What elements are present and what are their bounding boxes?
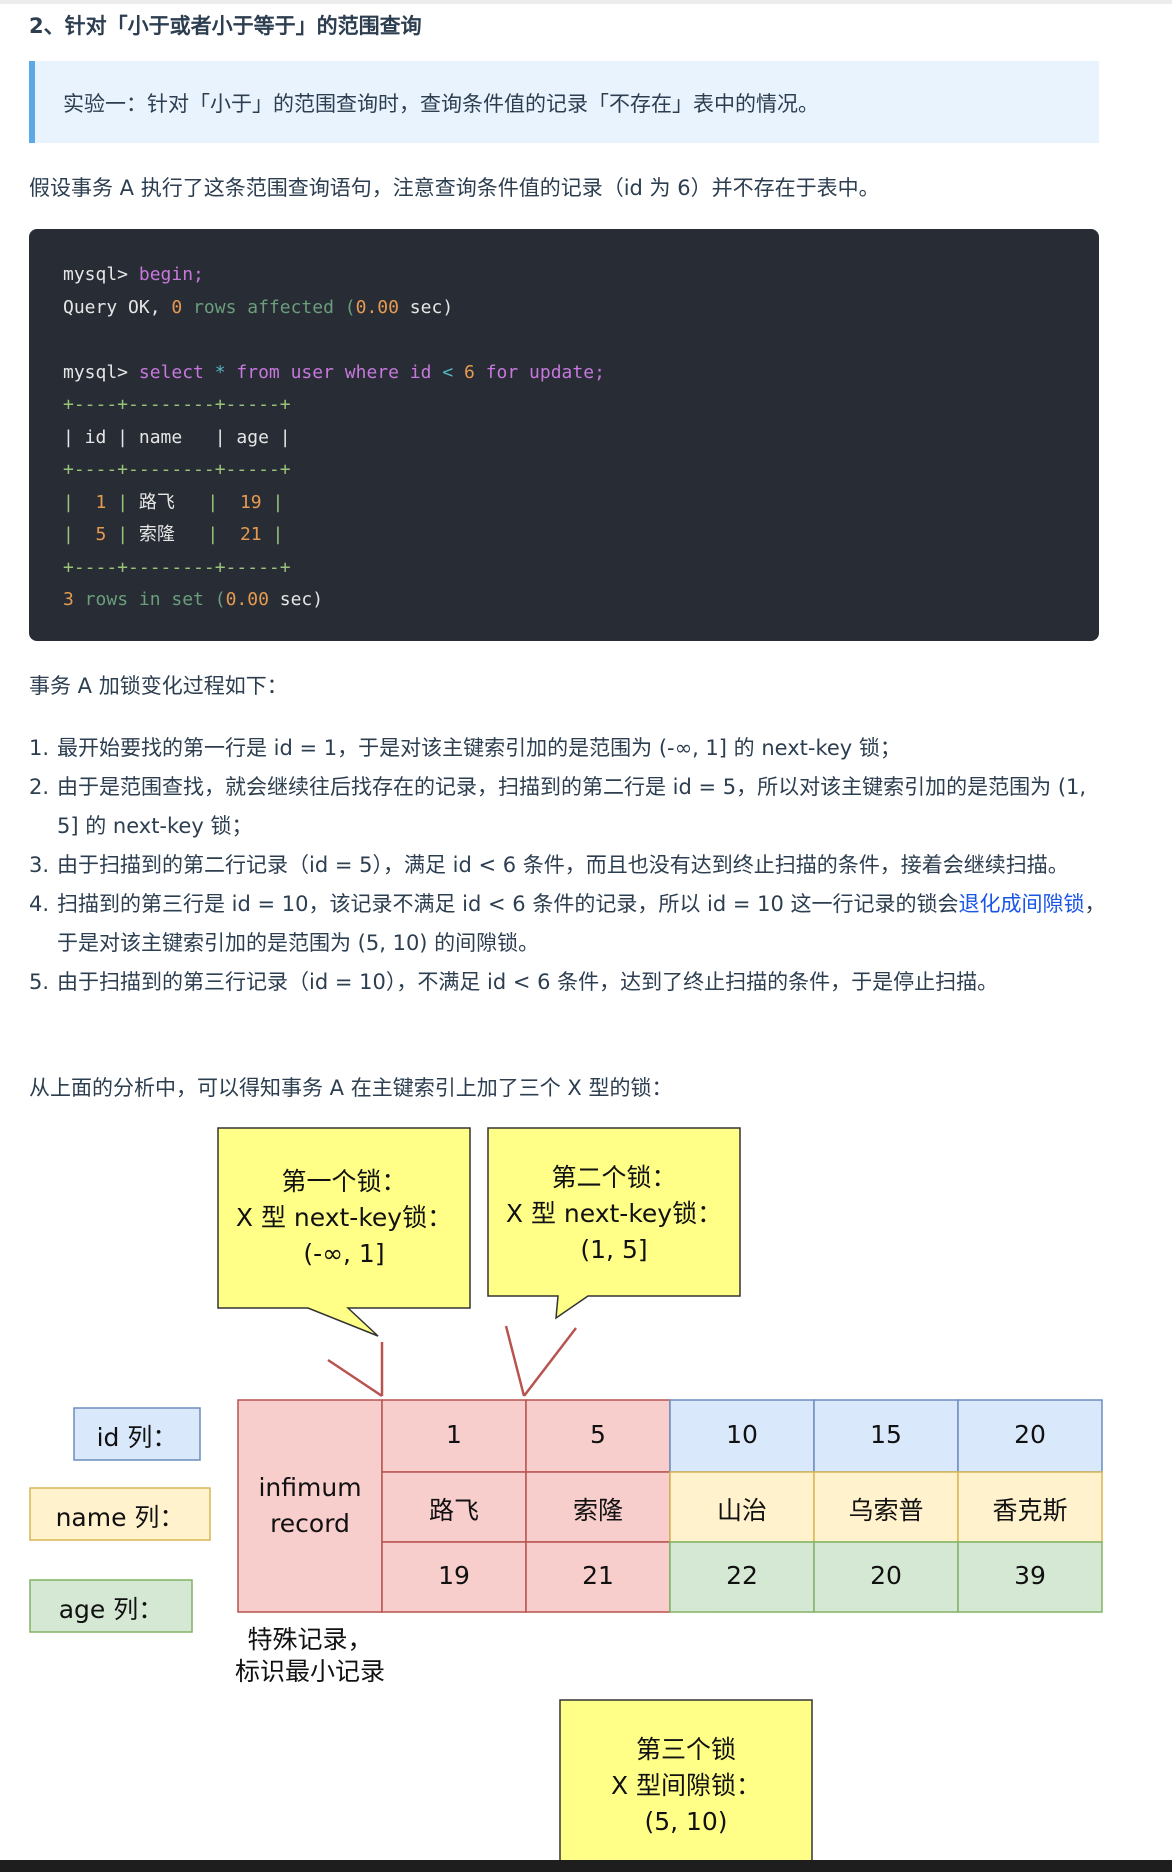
list-item: 2. 由于是范围查找，就会继续往后找存在的记录，扫描到的第二行是 id = 5，所… (29, 775, 1087, 838)
arrow-lock2-b (523, 1327, 577, 1397)
record-age: 19 (438, 1561, 470, 1590)
summary-paragraph: 从上面的分析中，可以得知事务 A 在主键索引上加了三个 X 型的锁： (29, 1076, 673, 1100)
record-id: 10 (726, 1420, 758, 1449)
arrow-lock1-a (327, 1358, 383, 1398)
document-page: 2、针对「小于或者小于等于」的范围查询 实验一：针对「小于」的范围查询时，查询条… (0, 0, 1172, 1872)
code-content: mysql> begin; Query OK, 0 rows affected … (63, 264, 605, 610)
record-id: 15 (870, 1420, 902, 1449)
record-id: 1 (446, 1420, 462, 1449)
record-age: 21 (582, 1561, 614, 1590)
arrow-lock2-a (504, 1325, 526, 1397)
lock3-label: 第三个锁 X 型间隙锁： (5, 10) (610, 1735, 762, 1836)
record-age: 20 (870, 1561, 902, 1590)
record-name: 路飞 (428, 1496, 479, 1525)
process-title: 事务 A 加锁变化过程如下： (29, 674, 288, 698)
lock2-label: 第二个锁： X 型 next-key锁： (1, 5] (505, 1163, 723, 1264)
record-name: 香克斯 (992, 1496, 1068, 1525)
age-column-label: age 列： (58, 1595, 164, 1624)
record-id: 5 (590, 1420, 606, 1449)
record-age: 22 (726, 1561, 758, 1590)
record-age: 39 (1014, 1561, 1046, 1590)
name-column-label: name 列： (55, 1503, 185, 1532)
gap-lock-link[interactable]: 退化成间隙锁 (959, 892, 1085, 916)
list-item: 1. 最开始要找的第一行是 id = 1，于是对该主键索引加的是范围为 (-∞, … (29, 736, 901, 760)
code-block[interactable]: mysql> begin; Query OK, 0 rows affected … (29, 229, 1099, 641)
bottom-bar (0, 1860, 1172, 1872)
record-name: 乌索普 (848, 1496, 924, 1525)
record-id: 20 (1014, 1420, 1046, 1449)
list-item: 5. 由于扫描到的第三行记录（id = 10），不满足 id < 6 条件，达到了… (29, 970, 999, 994)
list-item: 4. 扫描到的第三行是 id = 10，该记录不满足 id < 6 条件的记录，所… (29, 892, 1106, 955)
infimum-note: 特殊记录， 标识最小记录 (234, 1625, 385, 1686)
id-column-label: id 列： (96, 1423, 178, 1452)
record-name: 山治 (716, 1496, 767, 1525)
list-item: 3. 由于扫描到的第二行记录（id = 5），满足 id < 6 条件，而且也没有… (29, 853, 1069, 877)
steps-list: 1. 最开始要找的第一行是 id = 1，于是对该主键索引加的是范围为 (-∞, … (29, 729, 1109, 1002)
top-divider (0, 0, 1172, 4)
note-callout: 实验一：针对「小于」的范围查询时，查询条件值的记录「不存在」表中的情况。 (29, 61, 1099, 143)
section-heading: 2、针对「小于或者小于等于」的范围查询 (29, 14, 422, 38)
lock-diagram: 第一个锁： X 型 next-key锁： (-∞, 1] 第二个锁： X 型 next… (0, 1120, 1172, 1872)
intro-paragraph: 假设事务 A 执行了这条范围查询语句，注意查询条件值的记录（id 为 6）并不存… (29, 176, 880, 200)
record-name: 索隆 (572, 1496, 623, 1525)
note-text: 实验一：针对「小于」的范围查询时，查询条件值的记录「不存在」表中的情况。 (63, 92, 819, 116)
infimum-label: infimum record (258, 1473, 362, 1538)
lock1-label: 第一个锁： X 型 next-key锁： (-∞, 1] (235, 1167, 453, 1268)
